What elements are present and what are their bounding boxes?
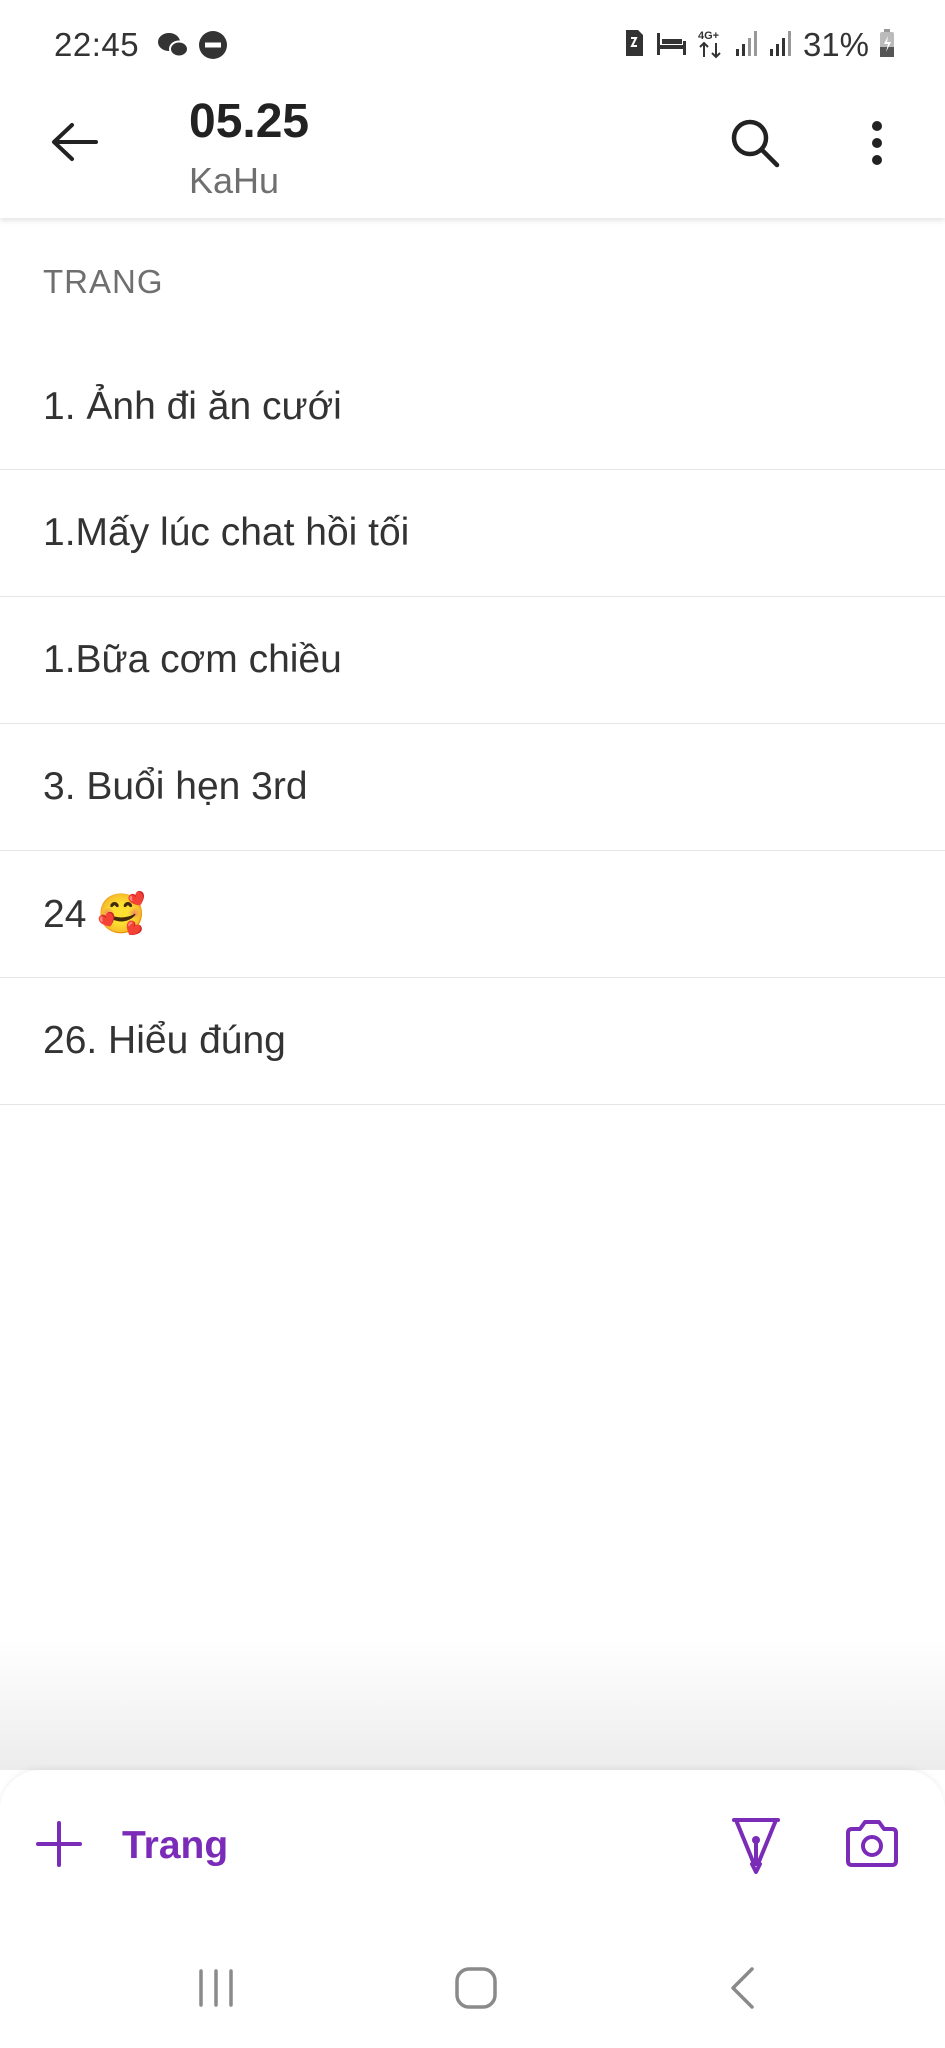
section-header: TRANG (43, 263, 164, 300)
4g-data-icon: 4G+ (697, 27, 725, 64)
system-nav-bar (0, 1930, 945, 2048)
chevron-left-icon (727, 1966, 757, 2015)
search-icon (729, 117, 781, 174)
bottom-toolbar: Trang (0, 1770, 945, 1930)
more-options-button[interactable] (852, 114, 902, 176)
sleep-mode-icon (655, 29, 687, 62)
arrow-left-icon (50, 122, 98, 167)
page-list-item[interactable]: 26. Hiểu đúng (0, 978, 945, 1105)
status-bar: 22:45 4G+ 31% (0, 0, 945, 94)
home-icon (454, 1966, 498, 2015)
add-page-button[interactable]: Trang (36, 1806, 228, 1886)
recents-icon (195, 1967, 237, 2014)
bottom-fade (0, 1640, 945, 1770)
add-page-label: Trang (122, 1824, 229, 1867)
signal-icon (735, 29, 759, 62)
camera-button[interactable] (842, 1806, 902, 1886)
page-title: 1.Mấy lúc chat hồi tối (43, 511, 410, 554)
battery-percent: 31% (802, 26, 869, 63)
pen-nib-icon (730, 1814, 782, 1879)
battery-charging-icon (879, 28, 895, 63)
page-title: 24 🥰 (43, 893, 146, 936)
page-list-item[interactable]: 1.Bữa cơm chiều (0, 597, 945, 724)
do-not-disturb-icon (198, 30, 228, 65)
page-title: 3. Buổi hẹn 3rd (43, 765, 308, 808)
back-button[interactable] (44, 114, 104, 174)
app-bar: 05.25 KaHu (0, 94, 945, 218)
svg-text:4G+: 4G+ (698, 30, 719, 42)
notebook-name: KaHu (189, 160, 280, 201)
camera-icon (844, 1819, 900, 1874)
draw-button[interactable] (726, 1806, 786, 1886)
recent-apps-button[interactable] (186, 1960, 246, 2020)
plus-icon (36, 1820, 82, 1872)
system-back-button[interactable] (712, 1960, 772, 2020)
home-button[interactable] (446, 1960, 506, 2020)
page-title: 1.Bữa cơm chiều (43, 638, 342, 681)
page-list: 1. Ảnh đi ăn cưới 1.Mấy lúc chat hồi tối… (0, 344, 945, 1105)
page-title: 1. Ảnh đi ăn cưới (43, 384, 342, 428)
search-button[interactable] (724, 114, 786, 176)
page-title: 26. Hiểu đúng (43, 1019, 286, 1062)
page-list-item[interactable]: 3. Buổi hẹn 3rd (0, 724, 945, 851)
notebook-section-title: 05.25 (189, 95, 310, 148)
more-vertical-icon (871, 120, 883, 171)
signal-icon (769, 29, 793, 62)
page-list-item[interactable]: 1. Ảnh đi ăn cưới (0, 344, 945, 470)
wechat-icon (156, 30, 190, 65)
page-list-item[interactable]: 1.Mấy lúc chat hồi tối (0, 470, 945, 597)
page-list-item[interactable]: 24 🥰 (0, 851, 945, 978)
status-time: 22:45 (54, 26, 140, 63)
sim-card-icon (623, 28, 645, 63)
